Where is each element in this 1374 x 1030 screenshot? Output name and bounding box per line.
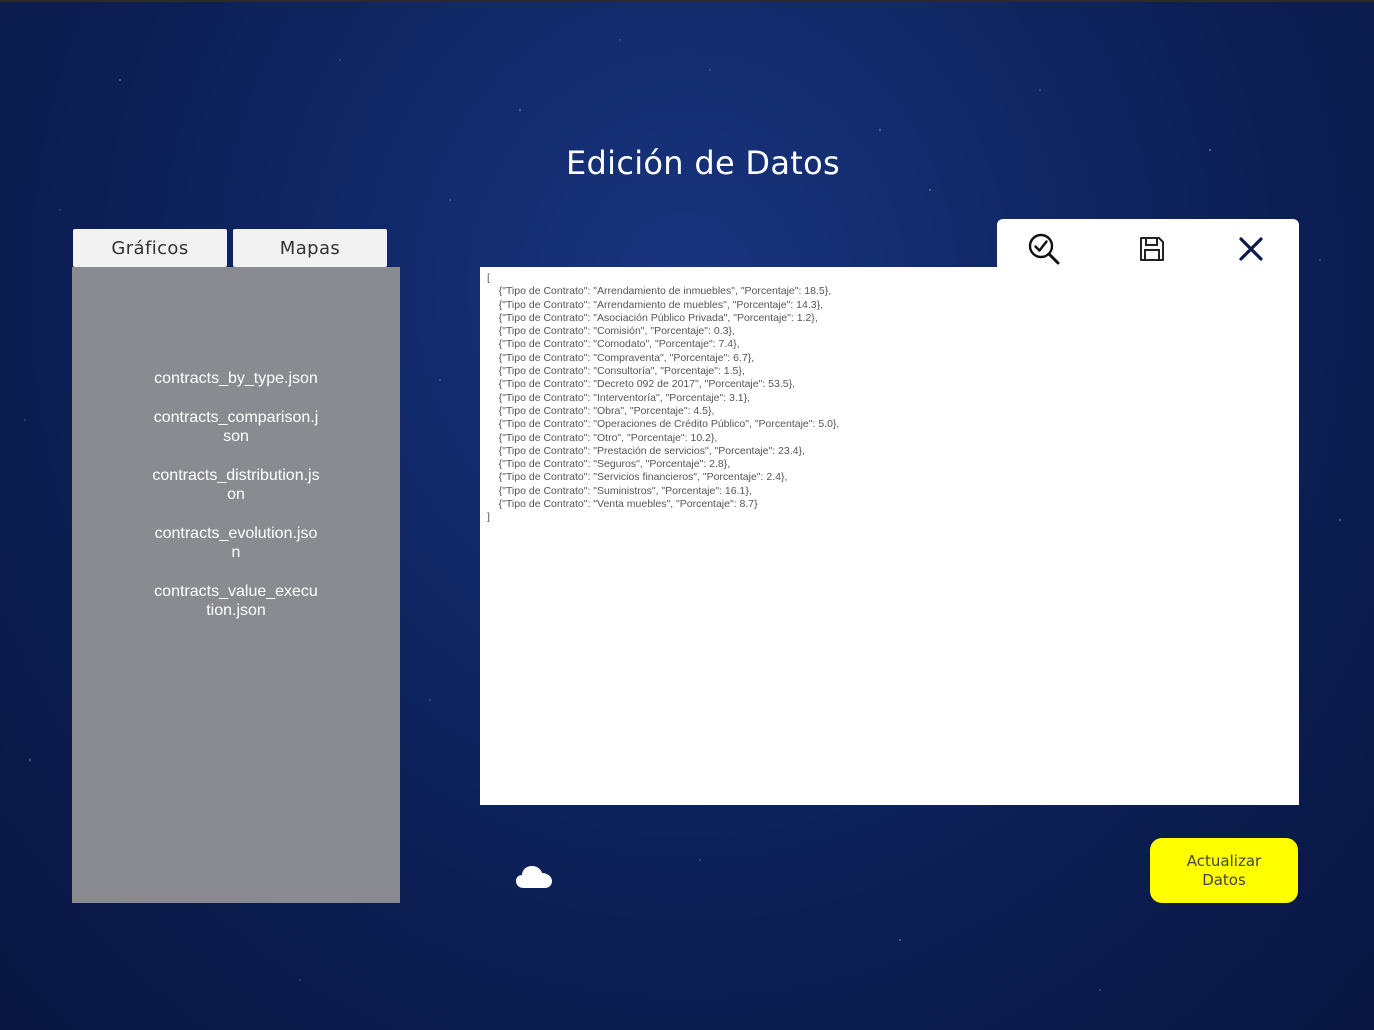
update-data-button[interactable]: Actualizar Datos — [1150, 838, 1298, 903]
save-button[interactable] — [1132, 229, 1172, 269]
file-item-contracts-comparison[interactable]: contracts_comparison.json — [152, 408, 320, 446]
file-list-panel: contracts_by_type.json contracts_compari… — [72, 267, 400, 903]
file-item-contracts-value-execution[interactable]: contracts_value_execution.json — [152, 582, 320, 620]
editor-toolbar — [997, 219, 1299, 271]
close-button[interactable] — [1231, 229, 1271, 269]
file-item-contracts-evolution[interactable]: contracts_evolution.json — [152, 524, 320, 562]
tab-mapas[interactable]: Mapas — [233, 229, 387, 267]
update-data-label: Actualizar Datos — [1186, 851, 1262, 889]
cloud-icon[interactable] — [515, 864, 553, 890]
top-border — [0, 0, 1374, 2]
file-item-contracts-by-type[interactable]: contracts_by_type.json — [152, 369, 320, 388]
close-icon — [1239, 237, 1263, 261]
validate-button[interactable] — [1024, 229, 1064, 269]
json-editor[interactable]: [ {"Tipo de Contrato": "Arrendamiento de… — [480, 267, 1299, 805]
magnifier-check-icon — [1028, 233, 1060, 265]
floppy-disk-icon — [1140, 237, 1164, 261]
file-item-contracts-distribution[interactable]: contracts_distribution.json — [152, 466, 320, 504]
file-list: contracts_by_type.json contracts_compari… — [72, 369, 400, 640]
tab-graficos[interactable]: Gráficos — [73, 229, 227, 267]
page-title: Edición de Datos — [566, 144, 840, 182]
json-editor-content[interactable]: [ {"Tipo de Contrato": "Arrendamiento de… — [487, 272, 839, 525]
